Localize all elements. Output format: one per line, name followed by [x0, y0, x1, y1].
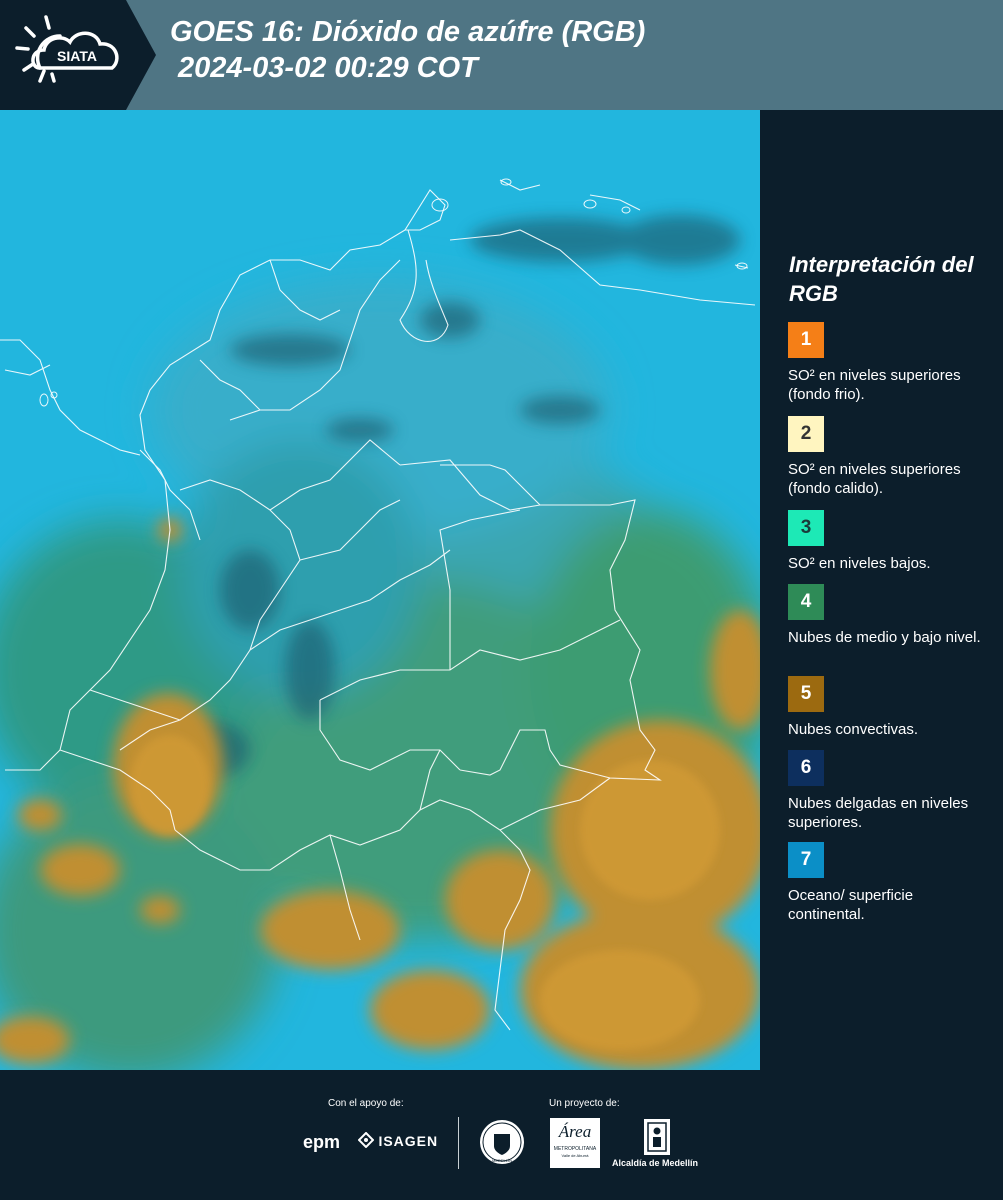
legend-text-5: Nubes convectivas.: [788, 721, 919, 738]
alcaldia-crest-icon: [644, 1119, 670, 1155]
epm-logo: epm: [303, 1132, 341, 1152]
legend-swatch-4: 4: [788, 584, 824, 620]
legend-swatch-2: 2: [788, 416, 824, 452]
area-sub: METROPOLITANA: [553, 1146, 597, 1152]
legend-text-3: SO² en niveles bajos.: [788, 555, 931, 572]
support-label: Con el apoyo de:: [328, 1098, 404, 1109]
area-sub2: Valle de Aburrá: [561, 1153, 589, 1158]
legend-text-1: SO² en niveles superiores (fondo frio).: [788, 367, 961, 403]
page-title: GOES 16: Dióxido de azúfre (RGB) 2024-03…: [170, 14, 645, 86]
legend-swatch-3: 3: [788, 510, 824, 546]
legend-item-5: 5 Nubes convectivas.: [788, 676, 988, 739]
area-word: Área: [558, 1122, 592, 1141]
footer: Con el apoyo de: Un proyecto de: epm ISA…: [0, 1070, 1003, 1200]
legend-swatch-5: 5: [788, 676, 824, 712]
legend-item-7: 7 Oceano/ superficie continental.: [788, 842, 988, 924]
isagen-logo: ISAGEN: [357, 1131, 439, 1151]
satellite-image: [0, 110, 760, 1070]
legend-item-3: 3 SO² en niveles bajos.: [788, 510, 988, 573]
medellin-seal-icon: MEDELLÍN: [480, 1120, 524, 1164]
legend-item-2: 2 SO² en niveles superiores (fondo calid…: [788, 416, 988, 496]
legend-swatch-7: 7: [788, 842, 824, 878]
legend-title: Interpretación del RGB: [789, 252, 974, 306]
siata-logo: SIATA: [0, 0, 156, 110]
area-metropolitana-logo: Área METROPOLITANA Valle de Aburrá: [550, 1118, 600, 1168]
satellite-map: [0, 110, 762, 1070]
alcaldia-label: Alcaldía de Medellín: [612, 1158, 699, 1168]
svg-text:MEDELLÍN: MEDELLÍN: [492, 1158, 512, 1163]
project-label: Un proyecto de:: [549, 1098, 620, 1109]
legend-text-2: SO² en niveles superiores (fondo calido)…: [788, 461, 961, 496]
legend-text-6: Nubes delgadas en niveles superiores.: [788, 795, 969, 831]
isagen-mark-icon: [357, 1131, 375, 1149]
footer-divider: [458, 1117, 459, 1169]
legend-text-4: Nubes de medio y bajo nivel.: [788, 629, 981, 646]
title-line-2: 2024-03-02 00:29 COT: [178, 52, 478, 84]
isagen-text: ISAGEN: [378, 1133, 439, 1149]
legend-item-1: 1 SO² en niveles superiores (fondo frio)…: [788, 322, 988, 404]
legend-item-4: 4 Nubes de medio y bajo nivel.: [788, 584, 988, 647]
header-bar: SIATA GOES 16: Dióxido de azúfre (RGB) 2…: [0, 0, 1003, 110]
svg-text:SIATA: SIATA: [57, 48, 97, 64]
legend-text-7: Oceano/ superficie continental.: [788, 887, 914, 923]
legend-swatch-6: 6: [788, 750, 824, 786]
legend-item-6: 6 Nubes delgadas en niveles superiores.: [788, 750, 988, 832]
title-line-1: GOES 16: Dióxido de azúfre (RGB): [170, 16, 646, 48]
legend-panel: Interpretación del RGB 1 SO² en niveles …: [762, 110, 1003, 1070]
legend-swatch-1: 1: [788, 322, 824, 358]
